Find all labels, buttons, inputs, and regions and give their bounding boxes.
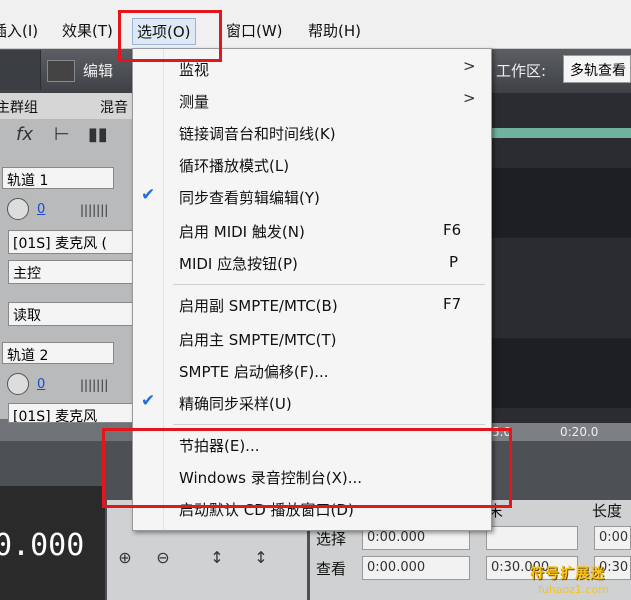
menu-item-label: 循环播放模式(L) <box>179 157 290 175</box>
menu-item-label: 精确同步采样(U) <box>179 395 292 413</box>
menu-item-label: 同步查看剪辑编辑(Y) <box>179 189 320 207</box>
ruler-label: 0:20.0 <box>560 425 599 439</box>
track-1-automation[interactable]: 读取 <box>8 302 138 326</box>
track-1-volume[interactable]: 0 <box>37 202 45 217</box>
menu-bar: 插入(I) 效果(T) 选项(O) 窗口(W) 帮助(H) <box>0 0 631 49</box>
menu-item-sample-accurate-sync[interactable]: ✔ 精确同步采样(U) <box>133 389 491 419</box>
submenu-arrow-icon: > <box>463 57 476 75</box>
menu-item-metering[interactable]: 测量 > <box>133 87 491 117</box>
menu-item-shortcut: P <box>449 253 459 271</box>
track-1-name[interactable]: 轨道 1 <box>2 167 114 189</box>
menu-window[interactable]: 窗口(W) <box>226 20 283 41</box>
checkmark-icon: ✔ <box>141 391 156 411</box>
track-1-input[interactable]: [01S] 麦克风 ( <box>8 230 138 254</box>
menu-item-enable-midi-trigger[interactable]: 启用 MIDI 触发(N) F6 <box>133 217 491 247</box>
selection-row-label: 选择 <box>316 530 347 548</box>
waveform-icon[interactable] <box>47 60 75 82</box>
zoom-in-icon[interactable]: ⊕ <box>113 546 137 570</box>
volume-knob[interactable] <box>7 198 29 220</box>
view-start-field[interactable]: 0:00.000 <box>362 556 470 580</box>
selection-end-field[interactable] <box>486 526 578 550</box>
site-watermark: 符号扩展迷 fuhaoz1.com <box>530 563 631 600</box>
track-toolbar: fx ⊢ ▮▮ <box>0 122 140 152</box>
options-menu-highlight <box>118 10 222 62</box>
menu-item-link-mixer-timeline[interactable]: 链接调音台和时间线(K) <box>133 119 491 149</box>
workspace-select[interactable]: 多轨查看 <box>563 55 631 83</box>
menu-item-loop-playback[interactable]: 循环播放模式(L) <box>133 151 491 181</box>
menu-item-label: 链接调音台和时间线(K) <box>179 125 336 143</box>
zoom-in-vertical-icon[interactable]: ↕ <box>205 546 229 570</box>
menu-item-shortcut: F6 <box>443 221 462 239</box>
menu-item-label: 测量 <box>179 93 210 111</box>
volume-knob[interactable] <box>7 373 29 395</box>
menu-item-enable-secondary-smpte[interactable]: 启用副 SMPTE/MTC(B) F7 <box>133 291 491 321</box>
track-2-input[interactable]: [01S] 麦克风 <box>8 403 138 423</box>
eq-icon[interactable]: ▮▮ <box>88 124 108 145</box>
watermark-url: fuhaoz1.com <box>538 583 610 596</box>
menu-help[interactable]: 帮助(H) <box>308 20 361 41</box>
menu-item-shortcut: F7 <box>443 295 462 313</box>
menu-item-label: 启用 MIDI 触发(N) <box>179 223 305 241</box>
menu-item-label: 监视 <box>179 61 210 79</box>
time-display: 0.000 <box>0 528 85 563</box>
menu-item-smpte-start-offset[interactable]: SMPTE 启动偏移(F)... <box>133 357 491 387</box>
track-lane[interactable] <box>490 338 631 408</box>
menu-item-label: 启用主 SMPTE/MTC(T) <box>179 331 337 349</box>
zoom-out-icon[interactable]: ⊖ <box>151 546 175 570</box>
length-header: 长度 <box>592 502 623 520</box>
menu-item-label: 启用副 SMPTE/MTC(B) <box>179 297 338 315</box>
edit-view-label[interactable]: 编辑 <box>83 60 113 81</box>
fx-icon[interactable]: fx <box>16 124 33 145</box>
menu-separator <box>173 424 485 425</box>
menu-separator <box>173 284 485 285</box>
submenu-arrow-icon: > <box>463 89 476 107</box>
view-row-label: 查看 <box>316 560 347 578</box>
tab-main-group[interactable]: 主群组 <box>0 97 38 117</box>
menu-item-label: SMPTE 启动偏移(F)... <box>179 363 329 381</box>
tab-mixer[interactable]: 混音 <box>100 97 128 117</box>
watermark-title: 符号扩展迷 <box>530 566 605 582</box>
menu-item-midi-panic[interactable]: MIDI 应急按钮(P) P <box>133 249 491 279</box>
checkmark-icon: ✔ <box>141 185 156 205</box>
meter-icon: ||||||| <box>80 203 109 217</box>
timeline-range-bar[interactable] <box>490 128 631 138</box>
menu-insert[interactable]: 插入(I) <box>0 20 38 41</box>
track-1-output[interactable]: 主控 <box>8 260 138 284</box>
selection-length-field[interactable]: 0:00 <box>594 526 631 550</box>
track-2-volume[interactable]: 0 <box>37 377 45 392</box>
zoom-out-vertical-icon[interactable]: ↕ <box>249 546 273 570</box>
send-icon[interactable]: ⊢ <box>54 124 70 145</box>
meter-icon: ||||||| <box>80 378 109 392</box>
workspace-label: 工作区: <box>496 62 547 80</box>
menu-effects[interactable]: 效果(T) <box>62 20 113 41</box>
toolbar-left-handle <box>0 50 41 90</box>
menu-item-sync-clip-edit[interactable]: ✔ 同步查看剪辑编辑(Y) <box>133 183 491 213</box>
menu-item-enable-primary-smpte[interactable]: 启用主 SMPTE/MTC(T) <box>133 325 491 355</box>
track-lane[interactable] <box>490 168 631 238</box>
track-2-name[interactable]: 轨道 2 <box>2 342 114 364</box>
menu-item-label: MIDI 应急按钮(P) <box>179 255 298 273</box>
recording-console-highlight <box>102 428 512 508</box>
